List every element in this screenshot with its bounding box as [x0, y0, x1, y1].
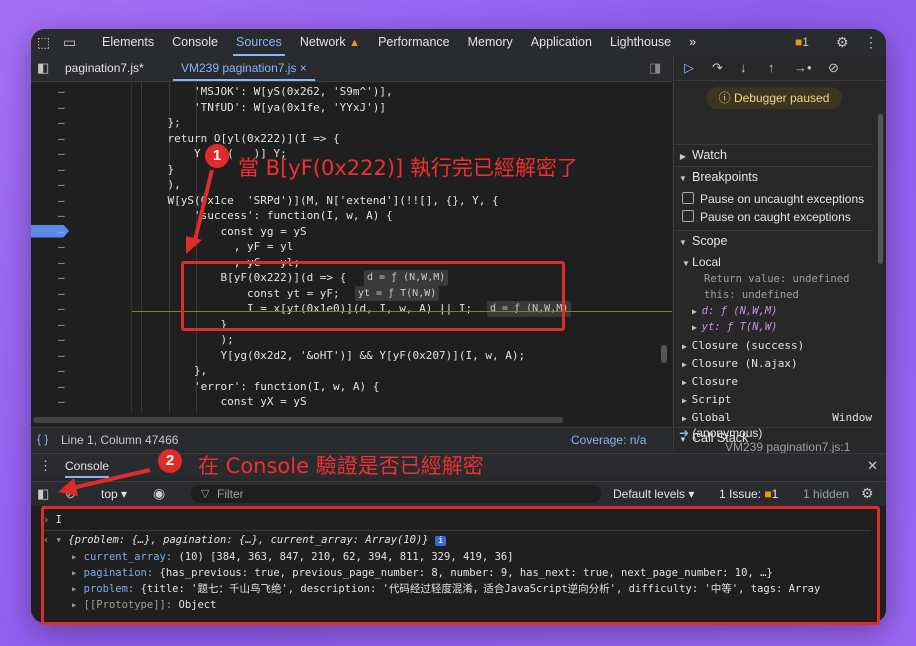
annotation-arrows — [58, 169, 214, 496]
annotation-2-text: 在 Console 驗證是否已經解密 — [198, 454, 484, 478]
arrow-2-head — [58, 478, 78, 496]
arrow-2-shaft — [71, 468, 151, 490]
annotation-1-badge: 1 — [205, 144, 229, 168]
annotation-2-badge: 2 — [158, 449, 182, 473]
arrow-1-shaft — [192, 169, 214, 245]
annotation-1-text: 當 B[yF(0x222)] 執行完已經解密了 — [238, 156, 578, 180]
arrow-1-head — [186, 236, 202, 254]
